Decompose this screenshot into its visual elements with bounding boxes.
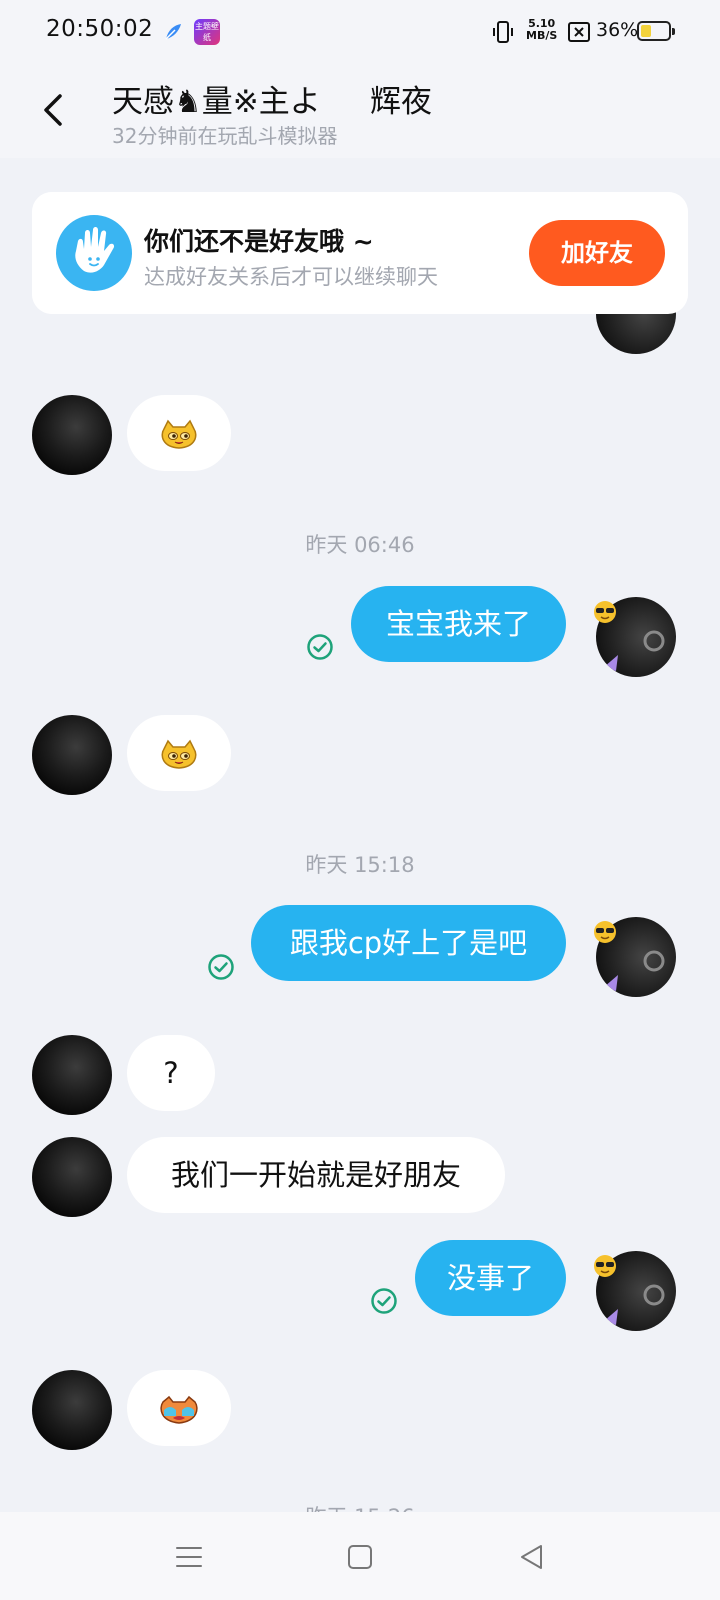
theme-app-icon: 主题壁纸	[194, 19, 220, 45]
message-bubble-sent[interactable]: 没事了	[415, 1240, 566, 1316]
friend-banner-subtitle: 达成好友关系后才可以继续聊天	[144, 265, 438, 289]
read-check-icon	[371, 1288, 397, 1314]
message-timestamp: 昨天 15:18	[305, 853, 415, 877]
battery-percent: 36%	[596, 19, 639, 41]
yellow-cat-emoji-icon	[161, 739, 197, 769]
back-triangle-icon[interactable]	[517, 1542, 547, 1572]
message-bubble-received[interactable]: 我们一开始就是好朋友	[127, 1137, 505, 1213]
avatar[interactable]	[32, 395, 112, 475]
message-bubble-received[interactable]	[127, 395, 231, 471]
chat-title[interactable]: 天感♞量※主よ 辉夜	[112, 76, 432, 121]
read-check-icon	[208, 954, 234, 980]
hand-wave-icon	[56, 215, 132, 291]
chat-header: 天感♞量※主よ 辉夜 32分钟前在玩乱斗模拟器	[0, 62, 720, 158]
avatar[interactable]	[32, 1370, 112, 1450]
chat-subtitle: 32分钟前在玩乱斗模拟器	[112, 124, 338, 148]
feather-app-icon	[163, 22, 183, 42]
home-icon[interactable]	[345, 1542, 375, 1572]
crying-tiger-emoji-icon	[160, 1395, 198, 1424]
avatar[interactable]	[32, 1035, 112, 1115]
no-sim-icon	[568, 22, 590, 46]
vibrate-icon	[492, 20, 514, 48]
net-speed: 5.10 MB/S	[526, 17, 558, 42]
menu-icon[interactable]	[174, 1542, 204, 1572]
status-time: 20:50:02	[46, 16, 154, 42]
friend-banner-title: 你们还不是好友哦 ~	[144, 227, 374, 256]
friend-banner-overlay: 你们还不是好友哦 ~ 达成好友关系后才可以继续聊天 加好友	[32, 192, 688, 314]
sunglasses-emoji-icon	[594, 601, 616, 623]
sunglasses-emoji-icon	[594, 921, 616, 943]
status-bar: 20:50:02 主题壁纸 5.10 MB/S 36%	[0, 0, 720, 62]
message-bubble-sent[interactable]: 宝宝我来了	[351, 586, 566, 662]
back-button[interactable]	[38, 90, 72, 130]
avatar[interactable]	[32, 1137, 112, 1217]
message-bubble-received[interactable]: ?	[127, 1035, 215, 1111]
chevron-left-icon	[44, 94, 62, 126]
message-bubble-received[interactable]	[127, 1370, 231, 1446]
avatar[interactable]	[32, 715, 112, 795]
battery-icon	[637, 21, 675, 41]
read-check-icon	[307, 634, 333, 660]
add-friend-button[interactable]: 加好友	[529, 220, 665, 286]
system-nav-bar	[0, 1512, 720, 1600]
message-timestamp: 昨天 06:46	[305, 533, 415, 557]
yellow-cat-emoji-icon	[161, 419, 197, 449]
message-bubble-sent[interactable]: 跟我cp好上了是吧	[251, 905, 566, 981]
sunglasses-emoji-icon	[594, 1255, 616, 1277]
message-bubble-received[interactable]	[127, 715, 231, 791]
